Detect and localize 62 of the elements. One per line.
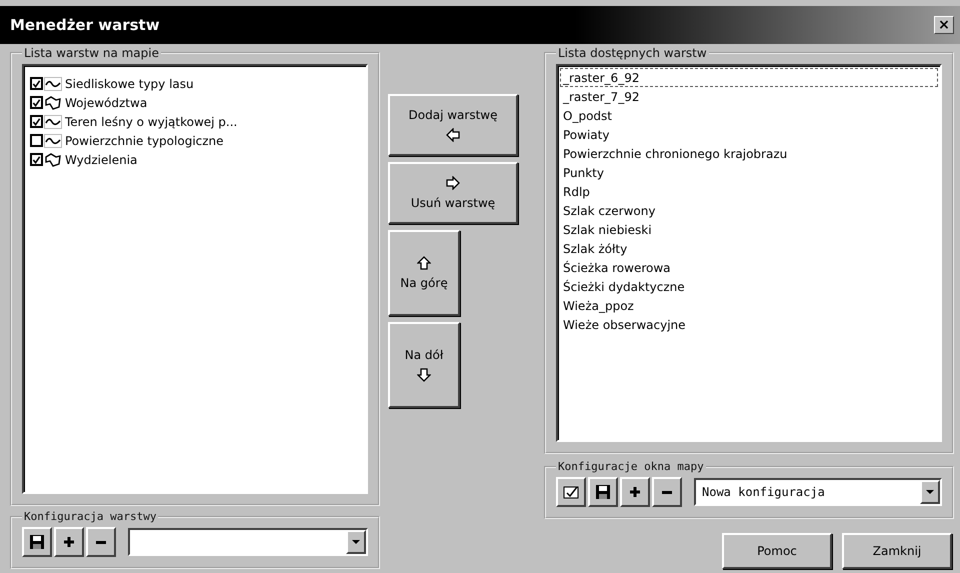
list-item[interactable]: Ścieżka rowerowa (560, 258, 938, 277)
list-item[interactable]: Punkty (560, 163, 938, 182)
layer-name[interactable]: Wydzielenia (65, 152, 138, 166)
action-button[interactable]: Dodaj warstwę (388, 94, 518, 156)
save-icon (29, 534, 45, 550)
action-button[interactable]: Usuń warstwę (388, 162, 518, 224)
list-item[interactable]: Rdlp (560, 182, 938, 201)
check-icon (32, 154, 41, 164)
document-edit-icon (563, 484, 579, 500)
list-item[interactable]: _raster_7_92 (560, 87, 938, 106)
group-title: Konfiguracje okna mapy (557, 460, 705, 473)
line-layer-icon (44, 76, 62, 90)
group-title: Lista warstw na mapie (23, 46, 160, 60)
window-title: Menedżer warstw (10, 16, 160, 34)
list-item[interactable]: Ścieżki dydaktyczne (560, 277, 938, 296)
add-button[interactable] (620, 477, 650, 507)
checkbox[interactable] (30, 153, 43, 166)
remove-button[interactable] (652, 477, 682, 507)
arrow-left-icon (446, 128, 460, 142)
arrow-right-icon (446, 176, 460, 190)
list-item[interactable]: Powiaty (560, 125, 938, 144)
save-icon (595, 484, 611, 500)
group-title: Konfiguracja warstwy (23, 510, 158, 523)
save-button[interactable] (22, 527, 52, 557)
list-item[interactable]: Szlak czerwony (560, 201, 938, 220)
layer-name[interactable]: Teren leśny o wyjątkowej p... (65, 114, 238, 128)
list-item[interactable]: Szlak niebieski (560, 220, 938, 239)
save-button[interactable] (588, 477, 618, 507)
checkbox[interactable] (30, 77, 43, 90)
list-item[interactable]: Wieża_ppoz (560, 296, 938, 315)
remove-button[interactable] (86, 527, 116, 557)
action-button[interactable]: Na dół (388, 322, 460, 408)
add-button[interactable] (54, 527, 84, 557)
dialog-button[interactable]: Pomoc (722, 533, 832, 569)
dialog-button[interactable]: Zamknij (842, 533, 952, 569)
add-icon (61, 534, 77, 550)
list-item[interactable]: _raster_6_92 (560, 68, 938, 87)
layer-name[interactable]: Województwa (65, 96, 148, 110)
layer-name[interactable]: Siedliskowe typy lasu (65, 76, 194, 90)
list-item[interactable]: Wieże obserwacyjne (560, 315, 938, 334)
line-layer-icon (44, 134, 62, 148)
remove-icon (96, 540, 106, 544)
polygon-layer-icon (44, 152, 62, 166)
configuration-dropdown[interactable] (128, 528, 368, 556)
checkbox[interactable] (30, 134, 43, 147)
edit-button[interactable] (556, 477, 586, 507)
close-button[interactable]: × (934, 16, 954, 34)
remove-icon (662, 490, 672, 494)
checkbox[interactable] (30, 115, 43, 128)
action-button[interactable]: Na górę (388, 230, 460, 316)
checkbox[interactable] (30, 96, 43, 109)
polygon-layer-icon (44, 96, 62, 110)
group-title: Lista dostępnych warstw (557, 46, 708, 60)
list-item[interactable]: Powierzchnie chronionego krajobrazu (560, 144, 938, 163)
add-icon (627, 484, 643, 500)
list-item[interactable]: O_podst (560, 106, 938, 125)
configuration-dropdown[interactable]: Nowa konfiguracja (694, 478, 942, 506)
arrow-down-icon (417, 368, 431, 382)
arrow-up-icon (417, 256, 431, 270)
line-layer-icon (44, 114, 62, 128)
layer-name[interactable]: Powierzchnie typologiczne (65, 134, 224, 148)
list-item[interactable]: Szlak żółty (560, 239, 938, 258)
